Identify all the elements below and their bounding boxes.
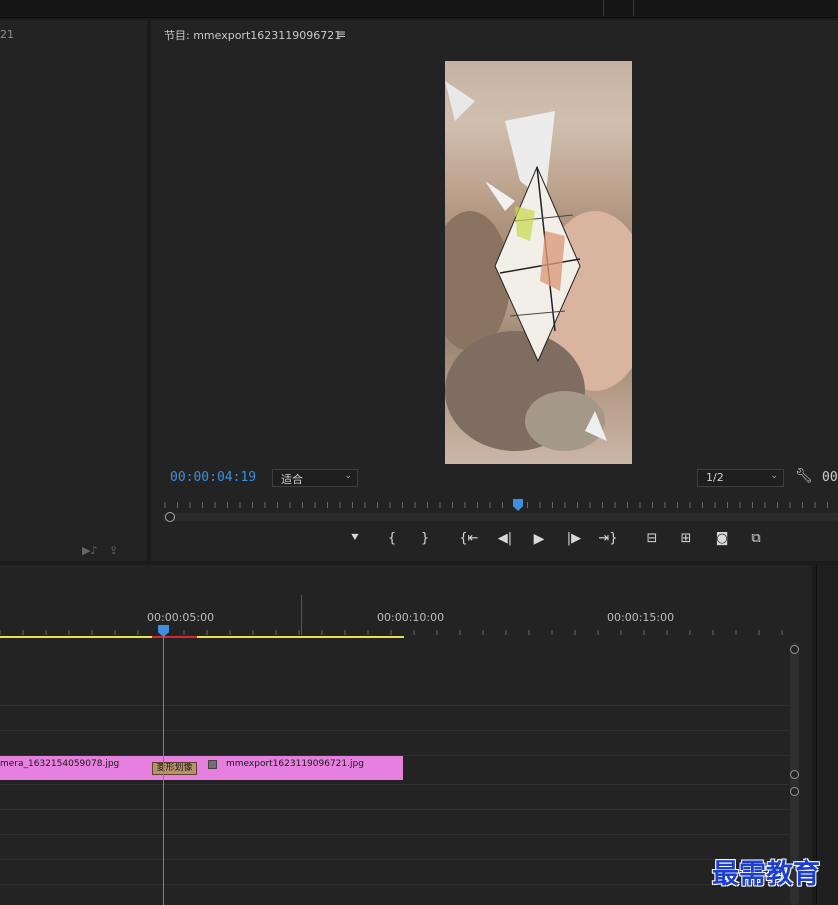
divider bbox=[633, 0, 634, 16]
video-preview bbox=[445, 61, 632, 464]
insert-audio-icon[interactable]: ▶♪ bbox=[82, 544, 97, 557]
track-divider bbox=[0, 730, 790, 731]
compare-icon[interactable]: ⧉ bbox=[745, 531, 767, 546]
track-divider bbox=[0, 859, 790, 860]
zoom-bar[interactable] bbox=[163, 513, 838, 521]
fit-dropdown-value: 适合 bbox=[281, 473, 303, 486]
scroll-handle[interactable] bbox=[790, 787, 799, 796]
step-forward-icon[interactable]: |▶ bbox=[563, 531, 585, 546]
transition-clip[interactable]: 菱形划像 bbox=[152, 762, 197, 775]
scrubber-ticks bbox=[164, 502, 828, 508]
program-monitor: 节目: mmexport1623119096721 ≡ 00:00:04:19 … bbox=[151, 20, 838, 561]
mark-in-icon[interactable]: { bbox=[381, 531, 403, 546]
work-area-bar bbox=[0, 636, 404, 638]
play-icon[interactable]: ▶ bbox=[528, 531, 550, 547]
scroll-handle[interactable] bbox=[790, 770, 799, 779]
zoom-handle[interactable] bbox=[165, 512, 175, 522]
marker-icon[interactable]: ⯆ bbox=[344, 531, 366, 546]
timeline-playhead-line bbox=[163, 628, 164, 905]
extract-icon[interactable]: ⊞ bbox=[675, 531, 697, 546]
ruler-label: 00:00:10:00 bbox=[377, 611, 445, 624]
divider bbox=[603, 0, 604, 16]
ruler-label: 00:00:15:00 bbox=[607, 611, 675, 624]
video-clip[interactable]: mera_1632154059078.jpg mmexport162311909… bbox=[0, 756, 403, 780]
chevron-down-icon: ⌄ bbox=[344, 471, 352, 481]
step-back-icon[interactable]: ◀| bbox=[494, 531, 516, 546]
watermark-logo: 最需教育 bbox=[712, 859, 820, 890]
chevron-down-icon: ⌄ bbox=[770, 471, 778, 481]
clip-name: mmexport1623119096721.jpg bbox=[226, 759, 364, 769]
clip-name: mera_1632154059078.jpg bbox=[0, 759, 120, 769]
duration-timecode[interactable]: 00 bbox=[822, 470, 838, 485]
fx-badge-icon bbox=[208, 760, 217, 769]
panel-partial-text: 21 bbox=[0, 28, 14, 41]
scroll-handle-top[interactable] bbox=[790, 645, 799, 654]
monitor-title[interactable]: 节目: mmexport1623119096721 bbox=[164, 27, 341, 43]
track-divider bbox=[0, 705, 790, 706]
timeline-panel: 00:00:05:00 00:00:10:00 00:00:15:00 mera… bbox=[0, 565, 812, 905]
fit-dropdown[interactable]: 适合 ⌄ bbox=[272, 469, 358, 487]
export-icon[interactable]: ⇪ bbox=[109, 544, 118, 557]
current-timecode[interactable]: 00:00:04:19 bbox=[170, 470, 256, 485]
panel-menu-icon[interactable]: ≡ bbox=[336, 27, 346, 41]
ruler-label: 00:00:05:00 bbox=[147, 611, 215, 624]
monitor-scrubber[interactable] bbox=[163, 498, 838, 526]
go-to-in-icon[interactable]: {⇤ bbox=[458, 531, 480, 546]
timeline-ruler[interactable] bbox=[0, 625, 790, 639]
render-bar bbox=[152, 636, 197, 638]
wrench-icon[interactable]: 🔧︎ bbox=[795, 468, 813, 484]
source-panel: 21 ▶♪ ⇪ bbox=[0, 20, 147, 561]
track-divider bbox=[0, 834, 790, 835]
track-divider bbox=[0, 809, 790, 810]
go-to-out-icon[interactable]: ⇥} bbox=[597, 531, 619, 546]
track-divider bbox=[0, 884, 790, 885]
resolution-dropdown[interactable]: 1/2 ⌄ bbox=[697, 469, 784, 487]
transport-controls: ⯆ { } {⇤ ◀| ▶ |▶ ⇥} ⊟ ⊞ ◙ ⧉ bbox=[151, 531, 838, 553]
export-frame-icon[interactable]: ◙ bbox=[711, 531, 733, 546]
resolution-dropdown-value: 1/2 bbox=[706, 471, 724, 484]
monitor-playhead[interactable] bbox=[513, 499, 523, 511]
workspace-bar bbox=[0, 0, 838, 18]
track-divider bbox=[0, 784, 790, 785]
mark-out-icon[interactable]: } bbox=[414, 531, 436, 546]
lift-icon[interactable]: ⊟ bbox=[641, 531, 663, 546]
